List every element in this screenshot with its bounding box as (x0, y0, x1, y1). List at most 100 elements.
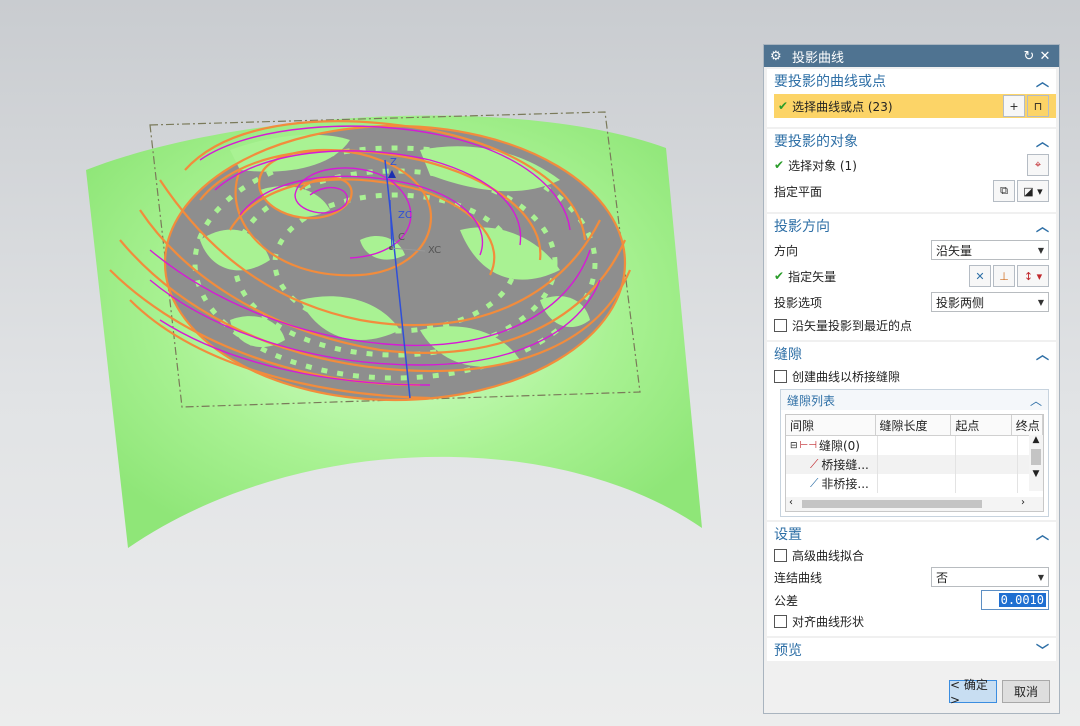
collapse-icon[interactable]: ︿ (1036, 131, 1049, 150)
specify-vector-label: 指定矢量 (788, 269, 837, 284)
check-icon: ✔ (774, 158, 785, 172)
nearest-point-checkbox[interactable] (774, 318, 787, 332)
section-curves: 要投影的曲线或点 ︿ ✔ 选择曲线或点 (23) + ⊓ (767, 69, 1056, 127)
reset-icon[interactable]: ↻ (1021, 49, 1037, 64)
gap-list-panel: 缝隙列表 ︿ 间隙 缝隙长度 起点 终点 ⊟ ⊢⊣ 缝隙(0) ⟋ 桥接缝...… (780, 389, 1049, 517)
tolerance-row: 公差 0.0010 (767, 589, 1056, 611)
projection-option-row: 投影选项 投影两侧 ▼ (767, 289, 1056, 315)
select-object-label: 选择对象 (1) (788, 158, 857, 173)
table-row[interactable]: ⟋ 非桥接... (786, 474, 1043, 493)
collapse-icon[interactable]: ︿ (1036, 71, 1049, 90)
projection-option-value: 投影两侧 (936, 295, 985, 310)
tree-item-label: 非桥接... (821, 477, 869, 491)
section-direction-header[interactable]: 投影方向 ︿ (767, 214, 1056, 237)
column-header[interactable]: 缝隙长度 (876, 415, 952, 435)
surface-model: Z ZC C XC (86, 111, 702, 548)
crosshair-icon[interactable]: ⌖ (1027, 154, 1049, 176)
scroll-thumb[interactable] (802, 500, 982, 508)
axis-label-z: Z (390, 157, 397, 168)
dialog-title: 投影曲线 (792, 50, 845, 66)
collapse-icon[interactable]: ︿ (1036, 216, 1049, 235)
section-target-title: 要投影的对象 (774, 133, 858, 150)
tolerance-input[interactable]: 0.0010 (981, 590, 1049, 610)
table-row[interactable]: ⟋ 桥接缝... (786, 455, 1043, 474)
scroll-right-icon[interactable]: › (1021, 497, 1025, 508)
gap-table-header: 间隙 缝隙长度 起点 终点 (786, 415, 1043, 436)
section-settings-title: 设置 (774, 526, 802, 543)
gap-list-title: 缝隙列表 (787, 393, 836, 408)
tree-item-label: 桥接缝... (821, 458, 869, 472)
specify-plane-label: 指定平面 (774, 184, 823, 199)
close-icon[interactable]: ✕ (1037, 49, 1053, 64)
select-object-row[interactable]: ✔ 选择对象 (1) ⌖ (767, 152, 1056, 178)
scroll-up-icon[interactable]: ▲ (1029, 435, 1043, 445)
advanced-fit-row[interactable]: 高级曲线拟合 (767, 545, 1056, 565)
join-curves-dropdown[interactable]: 否 ▼ (931, 567, 1049, 587)
gap-table: 间隙 缝隙长度 起点 终点 ⊟ ⊢⊣ 缝隙(0) ⟋ 桥接缝... ⟋ 非桥接.… (785, 414, 1044, 512)
select-curves-row[interactable]: ✔ 选择曲线或点 (23) + ⊓ (774, 94, 1056, 118)
nearest-point-label: 沿矢量投影到最近的点 (792, 318, 913, 333)
section-direction: 投影方向 ︿ 方向 沿矢量 ▼ ✔ 指定矢量 ✕ ⊥ ↕ ▾ 投影选项 投影两侧… (767, 214, 1056, 340)
non-bridge-icon: ⟋ (810, 476, 819, 490)
align-shape-checkbox[interactable] (774, 614, 787, 628)
section-target: 要投影的对象 ︿ ✔ 选择对象 (1) ⌖ 指定平面 ⧉ ◪ ▾ (767, 129, 1056, 212)
tree-collapse-icon[interactable]: ⊟ (790, 441, 798, 451)
vertical-scrollbar[interactable]: ▲ ▼ (1029, 435, 1043, 491)
column-header[interactable]: 起点 (951, 415, 1012, 435)
section-settings-header[interactable]: 设置 ︿ (767, 522, 1056, 545)
axis-label-zc: ZC (398, 210, 412, 221)
gap-list-header[interactable]: 缝隙列表 ︿ (781, 390, 1048, 410)
align-shape-label: 对齐曲线形状 (792, 614, 865, 629)
gap-icon: ⊢⊣ (799, 440, 817, 451)
vector-dialog-icon[interactable]: ⊥ (993, 265, 1015, 287)
scroll-left-icon[interactable]: ‹ (789, 497, 793, 508)
gear-icon: ⚙ (770, 48, 782, 64)
projection-option-dropdown[interactable]: 投影两侧 ▼ (931, 292, 1049, 312)
chevron-down-icon: ▼ (1037, 572, 1044, 582)
expand-icon[interactable]: ﹀ (1036, 640, 1049, 659)
section-preview-header[interactable]: 预览 ﹀ (767, 638, 1056, 661)
axis-label-xc: XC (428, 245, 441, 256)
dialog-titlebar[interactable]: ⚙ 投影曲线 ↻ ✕ (764, 45, 1059, 67)
section-curves-header[interactable]: 要投影的曲线或点 ︿ (767, 69, 1056, 92)
advanced-fit-checkbox[interactable] (774, 548, 787, 562)
scroll-thumb[interactable] (1031, 449, 1041, 465)
section-gap: 缝隙 ︿ 创建曲线以桥接缝隙 缝隙列表 ︿ 间隙 缝隙长度 起点 终点 ⊟ ⊢⊣… (767, 342, 1056, 520)
join-curves-value: 否 (936, 570, 949, 585)
nearest-point-row[interactable]: 沿矢量投影到最近的点 (767, 315, 1056, 335)
cancel-button[interactable]: 取消 (1002, 680, 1050, 703)
reverse-direction-icon[interactable]: ✕ (969, 265, 991, 287)
direction-dropdown[interactable]: 沿矢量 ▼ (931, 240, 1049, 260)
collapse-icon[interactable]: ︿ (1030, 392, 1042, 409)
graphics-viewport[interactable]: Z ZC C XC (0, 0, 762, 726)
bridge-curve-icon: ⟋ (810, 457, 819, 471)
direction-row: 方向 沿矢量 ▼ (767, 237, 1056, 263)
add-curve-icon[interactable]: + (1003, 95, 1025, 117)
column-header[interactable]: 终点 (1012, 415, 1043, 435)
align-shape-row[interactable]: 对齐曲线形状 (767, 611, 1056, 631)
create-bridge-checkbox[interactable] (774, 369, 787, 383)
collapse-icon[interactable]: ︿ (1036, 344, 1049, 363)
scroll-down-icon[interactable]: ▼ (1029, 469, 1043, 479)
tree-item-label: 缝隙(0) (818, 439, 860, 453)
section-direction-title: 投影方向 (774, 218, 830, 235)
curve-rule-icon[interactable]: ⊓ (1027, 95, 1049, 117)
section-settings: 设置 ︿ 高级曲线拟合 连结曲线 否 ▼ 公差 0.0010 对齐曲线形状 (767, 522, 1056, 636)
ok-button[interactable]: < 确定 > (949, 678, 997, 707)
plane-dialog-icon[interactable]: ⧉ (993, 180, 1015, 202)
table-row[interactable]: ⊟ ⊢⊣ 缝隙(0) (786, 436, 1043, 455)
tolerance-value: 0.0010 (998, 593, 1046, 607)
project-curve-dialog: ⚙ 投影曲线 ↻ ✕ 要投影的曲线或点 ︿ ✔ 选择曲线或点 (23) + ⊓ … (763, 44, 1060, 714)
direction-value: 沿矢量 (936, 243, 973, 258)
vector-type-icon[interactable]: ↕ ▾ (1017, 265, 1049, 287)
column-header[interactable]: 间隙 (786, 415, 876, 435)
section-gap-header[interactable]: 缝隙 ︿ (767, 342, 1056, 365)
specify-plane-row: 指定平面 ⧉ ◪ ▾ (767, 178, 1056, 204)
horizontal-scrollbar[interactable]: ‹ › (786, 497, 1043, 511)
section-target-header[interactable]: 要投影的对象 ︿ (767, 129, 1056, 152)
plane-type-icon[interactable]: ◪ ▾ (1017, 180, 1049, 202)
axis-label-c: C (398, 232, 405, 243)
collapse-icon[interactable]: ︿ (1036, 524, 1049, 543)
create-bridge-row[interactable]: 创建曲线以桥接缝隙 (767, 365, 1056, 387)
section-preview-title: 预览 (774, 642, 802, 659)
